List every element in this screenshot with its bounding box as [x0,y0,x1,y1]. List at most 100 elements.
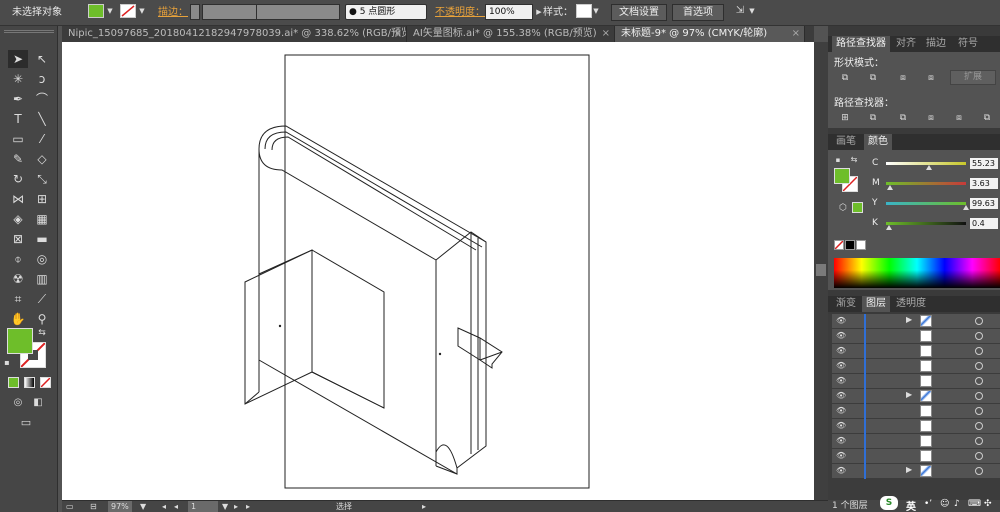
target-circle-icon[interactable] [975,317,983,325]
hand-tool-icon[interactable]: ✋ [8,310,28,328]
slice-tool-icon[interactable]: ⟋ [32,290,52,308]
slider-thumb[interactable] [926,165,932,170]
target-circle-icon[interactable] [975,392,983,400]
line-segment-icon[interactable]: ╲ [32,110,52,128]
eraser-icon[interactable]: ◇ [32,150,52,168]
target-circle-icon[interactable] [975,347,983,355]
layer-thumbnail[interactable] [920,465,932,477]
scale-tool-icon[interactable]: ⤡ [32,170,52,188]
visibility-eye-icon[interactable]: 👁 [836,361,848,371]
target-circle-icon[interactable] [975,452,983,460]
crop-icon[interactable]: ⧈ [924,112,938,124]
expand-triangle-icon[interactable]: ▶ [906,315,912,324]
paintbrush-icon[interactable]: ⁄ [32,130,52,148]
tab-untitled-9[interactable]: 未标题-9* @ 97% (CMYK/轮廓) × [615,26,805,42]
close-icon[interactable]: × [394,26,402,42]
tab-transparency[interactable]: 透明度 [892,296,930,312]
direct-selection-tool-icon[interactable]: ↖ [32,50,52,68]
channel-k-value[interactable]: 0.4 [970,218,998,229]
layer-row[interactable]: 👁 [832,419,1000,434]
opacity-field[interactable]: 100% [485,4,533,20]
tab-ai-icons[interactable]: AI矢量图标.ai* @ 155.38% (RGB/预览) × [407,26,615,42]
pencil-icon[interactable]: ✎ [8,150,28,168]
target-circle-icon[interactable] [975,437,983,445]
layer-row[interactable]: 👁 [832,329,1000,344]
column-graph-icon[interactable]: ▥ [32,270,52,288]
color-spectrum[interactable] [834,258,1000,288]
tab-symbols[interactable]: 符号 [954,36,982,52]
channel-y-slider[interactable] [886,202,966,205]
zoom-dropdown-icon[interactable]: ▼ [140,501,146,512]
layer-row[interactable]: 👁 ▶ [832,464,1000,479]
layer-thumbnail[interactable] [920,435,932,447]
layer-row[interactable]: 👁 ▶ [832,389,1000,404]
merge-icon[interactable]: ⧉ [896,112,910,124]
pen-tool-icon[interactable]: ✒ [8,90,28,108]
minus-back-icon[interactable]: ⧉ [980,112,994,124]
ime-logo-icon[interactable]: S [880,496,898,510]
tab-color[interactable]: 颜色 [864,134,892,150]
stroke-label[interactable]: 描边： [158,4,188,22]
type-tool-icon[interactable]: T [8,110,28,128]
none-mode-icon[interactable] [40,377,51,388]
selection-tool-icon[interactable]: ➤ [8,50,28,68]
intersect-icon[interactable]: ⧈ [896,72,910,84]
exclude-icon[interactable]: ⧈ [924,72,938,84]
prev-artboard-icon[interactable]: ◂ [174,501,178,512]
target-circle-icon[interactable] [975,332,983,340]
perspective-grid-icon[interactable]: ▦ [32,210,52,228]
slider-thumb[interactable] [886,225,892,230]
mesh-tool-icon[interactable]: ⊠ [8,230,28,248]
vertical-scrollbar[interactable] [814,42,828,500]
visibility-eye-icon[interactable]: 👁 [836,421,848,431]
channel-y-value[interactable]: 99.63 [970,198,998,209]
close-icon[interactable]: × [792,26,800,42]
layer-row[interactable]: 👁 [832,359,1000,374]
layer-thumbnail[interactable] [920,360,932,372]
fill-color-box[interactable] [7,328,33,354]
layer-thumbnail[interactable] [920,405,932,417]
ime-keyboard-icon[interactable]: ⌨ [968,499,981,509]
arrange-documents-icon[interactable]: ⇲ [732,4,748,18]
layer-thumbnail[interactable] [920,450,932,462]
draw-behind-icon[interactable]: ◧ [28,394,48,412]
ime-mode-label[interactable]: 英 [906,498,916,512]
shape-builder-icon[interactable]: ◈ [8,210,28,228]
layer-thumbnail[interactable] [920,420,932,432]
document-setup-button[interactable]: 文档设置 [611,4,667,21]
layer-row[interactable]: 👁 [832,344,1000,359]
arrange-dropdown-icon[interactable]: ▼ [748,4,756,18]
close-icon[interactable]: × [602,26,610,42]
tab-layers[interactable]: 图层 [862,296,890,312]
ime-voice-icon[interactable]: ♪ [954,499,960,509]
screen-mode-icon[interactable]: ▭ [16,414,36,432]
gradient-tool-icon[interactable]: ▬ [32,230,52,248]
channel-k-slider[interactable] [886,222,966,225]
blend-tool-icon[interactable]: ◎ [32,250,52,268]
screen-mode-status-icon[interactable]: ▭ [66,501,74,512]
magic-wand-icon[interactable]: ✳ [8,70,28,88]
trim-icon[interactable]: ⧉ [866,112,880,124]
slider-thumb[interactable] [963,205,969,210]
expand-triangle-icon[interactable]: ▶ [906,390,912,399]
slider-thumb[interactable] [887,185,893,190]
tab-brushes[interactable]: 画笔 [832,134,860,150]
visibility-eye-icon[interactable]: 👁 [836,436,848,446]
black-chip[interactable] [845,240,855,250]
scroll-thumb[interactable] [816,264,826,276]
rotate-tool-icon[interactable]: ↻ [8,170,28,188]
swap-fill-stroke-icon[interactable]: ⇆ [850,154,858,166]
free-transform-icon[interactable]: ⊞ [32,190,52,208]
visibility-eye-icon[interactable]: 👁 [836,451,848,461]
stroke-stepper[interactable] [190,4,200,20]
zoom-field[interactable]: 97% [108,501,132,512]
default-fill-stroke-icon[interactable]: ▪ [834,154,842,166]
variable-width-profile[interactable] [256,4,340,20]
swap-colors-icon[interactable]: ⇆ [36,324,48,342]
visibility-eye-icon[interactable]: 👁 [836,316,848,326]
ime-punctuation-icon[interactable]: •ʼ [924,499,932,509]
style-dropdown-icon[interactable]: ▼ [592,4,600,18]
target-circle-icon[interactable] [975,407,983,415]
fill-swatch[interactable] [88,4,104,18]
layer-thumbnail[interactable] [920,345,932,357]
